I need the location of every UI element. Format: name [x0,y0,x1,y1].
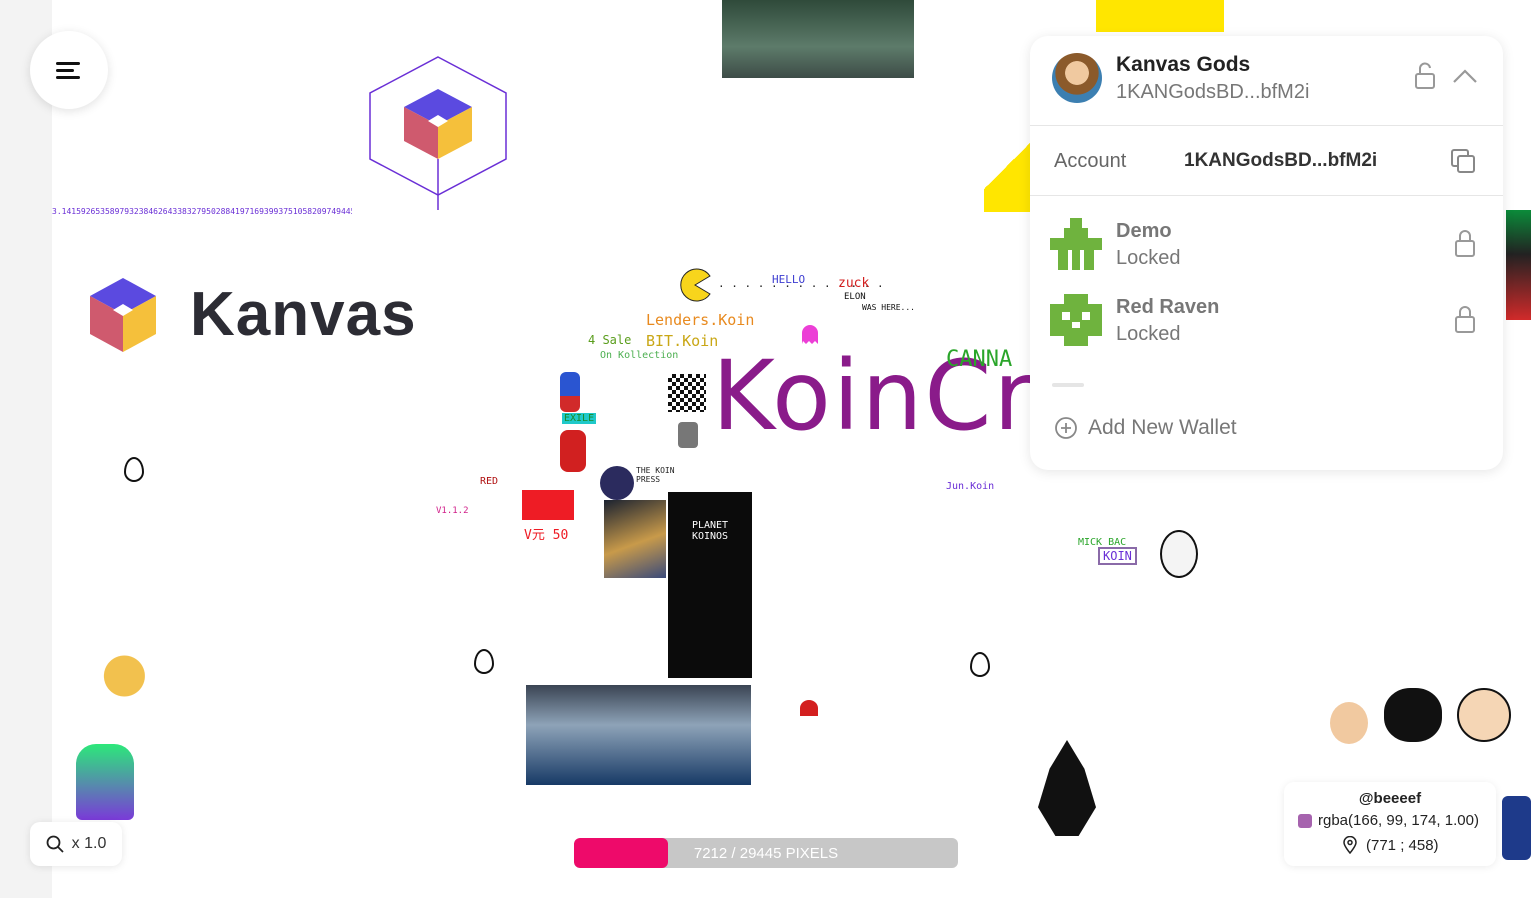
sonic-art [560,372,580,412]
unlock-icon[interactable] [1414,62,1436,90]
canna-text: CANNA [946,347,1013,372]
spiderman-art [560,430,586,472]
red-raven-wallet-icon [1050,294,1102,346]
add-new-wallet-button[interactable]: Add New Wallet [1054,416,1237,440]
account-label: Account [1054,150,1127,172]
zuck-text: zuck [838,276,870,291]
avatar [1052,53,1102,103]
pixel-info-card: @beeeef rgba(166, 99, 174, 1.00) (771 ; … [1284,782,1496,866]
elon-text: ELON [844,292,866,302]
plus-circle-icon [1055,417,1077,439]
egg-art [474,649,494,674]
menu-button[interactable] [30,31,108,109]
pixel-progress-bar: 7212 / 29445 PIXELS [574,838,958,868]
china-flag-art [522,490,574,520]
search-icon [46,835,64,853]
color-swatch [1298,813,1312,828]
planet-koinos-text: PLANET KOINOS [691,520,729,542]
bitkoin-text: BIT.Koin [646,332,719,350]
qr-code-art [668,374,706,412]
demo-wallet-icon [1050,218,1102,270]
koin-press-text: THE KOIN PRESS [636,466,675,484]
hello-text: HELLO [772,273,806,286]
version-text: V1.1.2 [436,506,469,516]
yellow-shape-art [984,120,1030,212]
wallet-item-demo[interactable]: Demo Locked [1030,208,1503,278]
shinchan-art [1330,702,1368,744]
lock-icon[interactable] [1454,228,1476,258]
kanvas-logo-icon [90,278,156,352]
ghost-skull-art [76,744,134,820]
heart-art [800,700,818,716]
wallet-item-name: Demo [1116,220,1172,242]
red-stripe-art [1506,210,1531,320]
hamburger-menu-icon [56,58,82,83]
pixel-color: rgba(166, 99, 174, 1.00) [1298,812,1479,829]
coords-value: (771 ; 458) [1366,836,1439,854]
kanvas-logo-text: Kanvas [190,280,417,349]
kollection-text: On Kollection [600,350,679,361]
add-wallet-label: Add New Wallet [1088,416,1237,439]
wallet-header[interactable]: Kanvas Gods 1KANGodsBD...bfM2i [1030,36,1503,126]
color-value: rgba(166, 99, 174, 1.00) [1318,812,1479,829]
zoom-level: x 1.0 [71,835,107,852]
left-edge-strip [0,0,52,898]
koin-text: KOIN [1098,547,1137,565]
pixel-owner[interactable]: @beeeef [1284,790,1496,807]
robot-head-art [678,422,698,448]
wallet-item-status: Locked [1116,247,1181,269]
was-here-text: WAS HERE... [862,303,915,312]
red-text: RED [480,476,499,487]
yellow-triangle-art [1080,0,1240,32]
wolf-art [1038,740,1096,836]
divider [1052,383,1084,387]
lenders-text: Lenders.Koin [646,311,755,329]
pearl-earring-art [604,500,666,578]
account-value: 1KANGodsBD...bfM2i [1184,150,1378,171]
gudetama-art [92,648,164,718]
zoom-control[interactable]: x 1.0 [30,822,122,866]
forest-artwork [722,0,914,78]
egg-art [970,652,990,677]
for-sale-text: 4 Sale [588,333,632,347]
wallet-item-status: Locked [1116,323,1181,345]
badtz-maru-art [1384,688,1442,742]
jun-koin-text: Jun.Koin [946,481,995,492]
wallet-name: Kanvas Gods [1116,53,1251,76]
wallet-address: 1KANGodsBD...bfM2i [1116,81,1310,103]
account-row: Account 1KANGodsBD...bfM2i [1030,126,1503,196]
lock-icon[interactable] [1454,304,1476,334]
pixel-coordinates: (771 ; 458) [1342,836,1439,854]
map-pin-icon [1343,836,1357,854]
wallet-item-name: Red Raven [1116,296,1220,318]
space-woman-art [526,685,751,785]
wallet-panel: Kanvas Gods 1KANGodsBD...bfM2i Account 1… [1030,36,1503,470]
wallet-item-red-raven[interactable]: Red Raven Locked [1030,284,1503,354]
koin-press-logo [600,466,634,500]
exile-text: EXILE [562,413,597,424]
copy-icon[interactable] [1450,148,1476,174]
joker-art [1160,530,1198,578]
scrooge-art [1502,796,1531,860]
v50-text: V元 50 [524,528,569,543]
pi-digits: 3.14159265358979323846264338327950288419… [52,207,352,216]
nobita-art [1457,688,1511,742]
progress-text: 7212 / 29445 PIXELS [693,845,839,862]
cube-wireframe-art [369,56,507,210]
egg-art [124,457,144,482]
chevron-up-icon[interactable] [1452,68,1478,84]
pacman-art [680,268,711,302]
